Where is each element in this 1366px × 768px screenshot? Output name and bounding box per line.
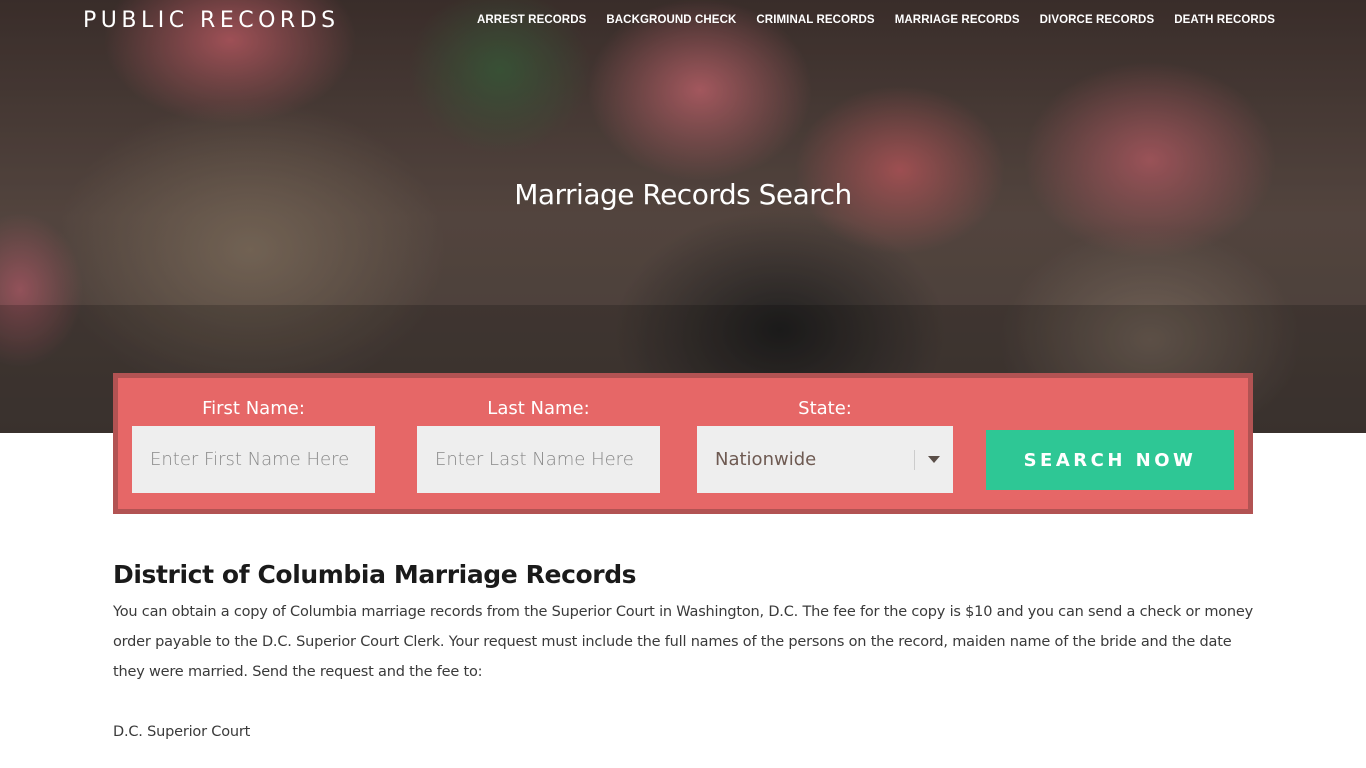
- nav-arrest-records[interactable]: ARREST RECORDS: [477, 14, 586, 26]
- last-name-label: Last Name:: [487, 398, 590, 419]
- nav-background-check[interactable]: BACKGROUND CHECK: [606, 14, 736, 26]
- chevron-down-icon[interactable]: [928, 456, 940, 463]
- address-line: D.C. Superior Court: [113, 724, 251, 740]
- nav-divorce-records[interactable]: DIVORCE RECORDS: [1040, 14, 1155, 26]
- nav-marriage-records[interactable]: MARRIAGE RECORDS: [895, 14, 1020, 26]
- article-heading: District of Columbia Marriage Records: [113, 560, 637, 589]
- first-name-label: First Name:: [202, 398, 305, 419]
- state-select[interactable]: Nationwide: [697, 426, 953, 493]
- article-paragraph: You can obtain a copy of Columbia marria…: [113, 604, 1254, 680]
- state-select-value: Nationwide: [715, 449, 817, 470]
- select-separator: [914, 450, 915, 470]
- first-name-input[interactable]: [132, 426, 375, 493]
- site-logo[interactable]: PUBLIC RECORDS: [83, 8, 340, 33]
- article: District of Columbia Marriage Records Yo…: [113, 560, 1253, 747]
- last-name-input[interactable]: [417, 426, 660, 493]
- search-form: First Name: Last Name: State: Nationwide…: [113, 373, 1253, 514]
- state-label: State:: [798, 398, 852, 419]
- nav-criminal-records[interactable]: CRIMINAL RECORDS: [756, 14, 874, 26]
- main-nav: ARREST RECORDS BACKGROUND CHECK CRIMINAL…: [477, 14, 1275, 26]
- hero-title: Marriage Records Search: [514, 178, 852, 211]
- nav-death-records[interactable]: DEATH RECORDS: [1174, 14, 1275, 26]
- search-now-button[interactable]: SEARCH NOW: [986, 430, 1234, 490]
